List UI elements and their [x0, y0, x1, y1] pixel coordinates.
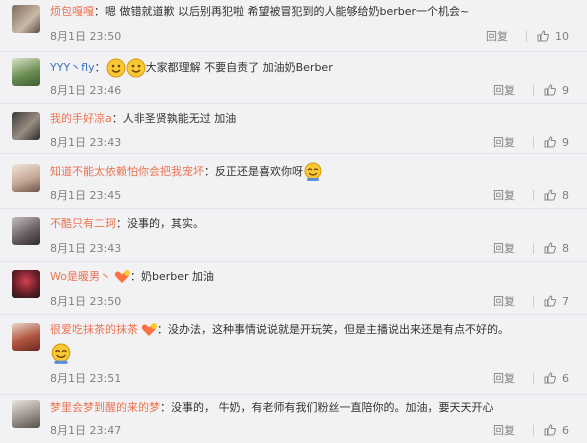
divider — [533, 84, 534, 96]
thumb-up-icon[interactable] — [544, 242, 556, 254]
vip-badge-icon — [114, 270, 130, 283]
comment-actions: 回复 9 — [493, 82, 569, 98]
reply-button[interactable]: 回复 — [493, 240, 515, 256]
avatar[interactable] — [12, 400, 40, 428]
comment-time: 8月1日 23:51 — [50, 372, 122, 385]
comment-item: 我的手好凉a：人非圣贤孰能无过 加油 8月1日 23:43 回复 9 — [0, 104, 587, 154]
thumb-up-icon[interactable] — [544, 295, 556, 307]
like-count: 7 — [562, 294, 569, 308]
comment-actions: 回复 7 — [493, 293, 569, 309]
divider — [533, 295, 534, 307]
like-count: 9 — [562, 83, 569, 97]
username-link[interactable]: 知道不能太依赖怕你会把我宠坏 — [50, 165, 204, 178]
comment-time: 8月1日 23:50 — [50, 30, 122, 43]
comment-text: 奶berber 加油 — [140, 270, 215, 283]
reply-button[interactable]: 回复 — [493, 422, 515, 438]
username-link[interactable]: YYY丶fly — [50, 61, 95, 74]
comment-text: 反正还是喜欢你呀 — [215, 165, 303, 178]
smile-emoji-icon — [126, 58, 146, 78]
like-count: 6 — [562, 371, 569, 385]
thumb-up-icon[interactable] — [544, 424, 556, 436]
reply-button[interactable]: 回复 — [493, 293, 515, 309]
comment-actions: 回复 8 — [493, 187, 569, 203]
thumb-up-icon[interactable] — [544, 136, 556, 148]
like-count: 8 — [562, 188, 569, 202]
comment-actions: 回复 8 — [493, 240, 569, 256]
comment-item: YYY丶fly： 大家都理解 不要自责了 加油奶Berber 8月1日 23:46… — [0, 52, 587, 104]
thumb-up-icon[interactable] — [544, 84, 556, 96]
avatar[interactable] — [12, 58, 40, 86]
avatar[interactable] — [12, 164, 40, 192]
like-count: 10 — [555, 29, 569, 43]
divider — [533, 189, 534, 201]
username-link[interactable]: 很爱吃抹茶的抹茶 — [50, 323, 138, 336]
comment-actions: 回复 6 — [493, 370, 569, 386]
divider — [533, 372, 534, 384]
comment-list: 烦包嘎嘎：嗯 做错就道歉 以后别再犯啦 希望被冒犯到的人能够给奶berber一个… — [0, 0, 587, 443]
username-link[interactable]: 梦里会梦到醒的来的梦 — [50, 401, 160, 414]
comment-time: 8月1日 23:43 — [50, 136, 122, 149]
reply-button[interactable]: 回复 — [493, 187, 515, 203]
comment-time: 8月1日 23:45 — [50, 189, 122, 202]
username-link[interactable]: 我的手好凉a — [50, 112, 112, 125]
reply-button[interactable]: 回复 — [493, 370, 515, 386]
divider — [526, 30, 527, 42]
comment-text: 大家都理解 不要自责了 加油奶Berber — [145, 61, 333, 74]
comment-text: 没事的， 牛奶，有老师有我们粉丝一直陪你的。加油，要天天开心 — [171, 401, 494, 414]
avatar[interactable] — [12, 112, 40, 140]
comment-item: 不酷只有二珂：没事的，其实。 8月1日 23:43 回复 8 — [0, 209, 587, 262]
avatar[interactable] — [12, 217, 40, 245]
comment-actions: 回复 6 — [493, 422, 569, 438]
comment-actions: 回复 9 — [493, 134, 569, 150]
username-link[interactable]: 烦包嘎嘎 — [50, 5, 94, 18]
comment-item: 知道不能太依赖怕你会把我宠坏：反正还是喜欢你呀 8月1日 23:45 回复 8 — [0, 154, 587, 209]
grin-emoji-icon — [51, 343, 71, 364]
comment-item: 烦包嘎嘎：嗯 做错就道歉 以后别再犯啦 希望被冒犯到的人能够给奶berber一个… — [0, 0, 587, 52]
comment-item: 梦里会梦到醒的来的梦：没事的， 牛奶，有老师有我们粉丝一直陪你的。加油，要天天开… — [0, 395, 587, 443]
comment-text: 没办法，这种事情说说就是开玩笑，但是主播说出来还是有点不好的。 — [168, 323, 509, 336]
thumb-up-icon[interactable] — [544, 372, 556, 384]
username-link[interactable]: 不酷只有二珂 — [50, 217, 116, 230]
divider — [533, 242, 534, 254]
comment-time: 8月1日 23:50 — [50, 295, 122, 308]
comment-text: 人非圣贤孰能无过 加油 — [122, 112, 237, 125]
reply-button[interactable]: 回复 — [486, 28, 508, 44]
like-count: 9 — [562, 135, 569, 149]
comment-text: 没事的，其实。 — [127, 217, 204, 230]
avatar[interactable] — [12, 5, 40, 33]
comment-text: 嗯 做错就道歉 以后别再犯啦 希望被冒犯到的人能够给奶berber一个机会~ — [105, 5, 470, 18]
avatar[interactable] — [12, 270, 40, 298]
thumb-up-icon[interactable] — [537, 30, 549, 42]
reply-button[interactable]: 回复 — [493, 134, 515, 150]
thumb-up-icon[interactable] — [544, 189, 556, 201]
like-count: 6 — [562, 423, 569, 437]
reply-button[interactable]: 回复 — [493, 82, 515, 98]
vip-badge-icon — [141, 323, 157, 336]
comment-time: 8月1日 23:43 — [50, 242, 122, 255]
avatar[interactable] — [12, 323, 40, 351]
divider — [533, 424, 534, 436]
comment-item: 很爱吃抹茶的抹茶 ：没办法，这种事情说说就是开玩笑，但是主播说出来还是有点不好的。… — [0, 315, 587, 395]
comment-time: 8月1日 23:46 — [50, 84, 122, 97]
comment-actions: 回复 10 — [486, 28, 569, 44]
like-count: 8 — [562, 241, 569, 255]
divider — [533, 136, 534, 148]
username-link[interactable]: Wo是暖男丶 — [50, 270, 111, 283]
smile-emoji-icon — [106, 58, 126, 78]
comment-time: 8月1日 23:47 — [50, 424, 122, 437]
grin-emoji-icon — [304, 162, 322, 181]
comment-item: Wo是暖男丶 ：奶berber 加油 8月1日 23:50 回复 7 — [0, 262, 587, 315]
